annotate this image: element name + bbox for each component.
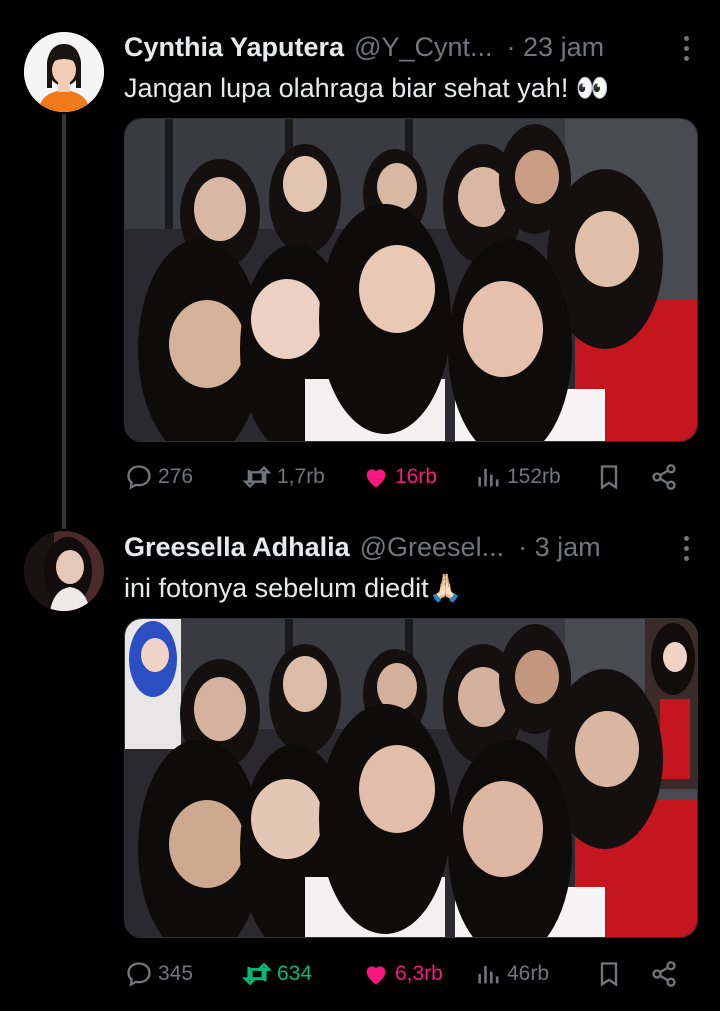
more-options-icon[interactable] — [682, 536, 690, 561]
avatar[interactable] — [24, 531, 104, 611]
like-button[interactable]: 6,3rb — [361, 960, 475, 988]
reply-button[interactable]: 276 — [124, 463, 241, 491]
share-button[interactable] — [650, 463, 678, 491]
reply-icon — [127, 465, 151, 490]
user-handle[interactable]: @Greesel... — [360, 532, 504, 563]
reply-icon — [127, 962, 151, 987]
reply-count: 276 — [158, 465, 194, 488]
like-button[interactable]: 16rb — [361, 463, 475, 491]
tweet-photo[interactable] — [124, 118, 698, 442]
bookmark-button[interactable] — [595, 959, 650, 989]
display-name[interactable]: Greesella Adhalia — [124, 532, 350, 563]
view-count: 152rb — [507, 465, 561, 488]
view-count: 46rb — [507, 962, 550, 985]
views-button[interactable]: 152rb — [475, 463, 595, 491]
thread-line — [62, 114, 66, 529]
retweet-icon — [241, 962, 273, 986]
timestamp[interactable]: · 3 jam — [518, 532, 601, 563]
bookmark-icon — [600, 962, 618, 987]
bookmark-button[interactable] — [595, 462, 650, 492]
share-icon — [652, 464, 676, 490]
reply-count: 345 — [158, 962, 194, 985]
group-selfie-image — [125, 619, 697, 937]
tweet-text: ini fotonya sebelum diedit🙏🏻 — [124, 573, 463, 603]
user-handle[interactable]: @Y_Cynt... — [354, 32, 492, 63]
display-name[interactable]: Cynthia Yaputera — [124, 32, 344, 63]
retweet-button[interactable]: 1,7rb — [241, 463, 361, 491]
tweet-text: Jangan lupa olahraga biar sehat yah! 👀 — [124, 73, 610, 103]
bookmark-icon — [600, 465, 618, 490]
views-button[interactable]: 46rb — [475, 960, 595, 988]
heart-icon — [366, 469, 386, 488]
tweet-header: Cynthia Yaputera @Y_Cynt... · 23 jam — [124, 29, 700, 65]
retweet-button[interactable]: 634 — [241, 960, 361, 988]
timestamp[interactable]: · 23 jam — [507, 32, 605, 63]
views-icon — [478, 965, 499, 984]
tweet-photo[interactable] — [124, 618, 698, 938]
tweet-2[interactable]: Greesella Adhalia @Greesel... · 3 jam in… — [0, 515, 720, 1011]
reply-button[interactable]: 345 — [124, 960, 241, 988]
like-count: 16rb — [395, 465, 438, 488]
more-options-icon[interactable] — [682, 36, 690, 61]
share-icon — [652, 961, 676, 987]
retweet-icon — [242, 466, 272, 488]
avatar[interactable] — [24, 32, 104, 112]
share-button[interactable] — [650, 960, 678, 988]
retweet-count: 1,7rb — [277, 465, 325, 488]
tweet-actions: 276 1,7rb 16rb 152rb — [124, 457, 696, 497]
tweet-1[interactable]: Cynthia Yaputera @Y_Cynt... · 23 jam Jan… — [0, 0, 720, 529]
tweet-actions: 345 634 6,3rb 46rb — [124, 954, 696, 994]
heart-icon — [366, 966, 386, 985]
group-selfie-image — [125, 119, 697, 441]
retweet-count: 634 — [277, 962, 313, 985]
views-icon — [478, 468, 499, 487]
like-count: 6,3rb — [395, 962, 443, 985]
tweet-header: Greesella Adhalia @Greesel... · 3 jam — [124, 529, 700, 565]
